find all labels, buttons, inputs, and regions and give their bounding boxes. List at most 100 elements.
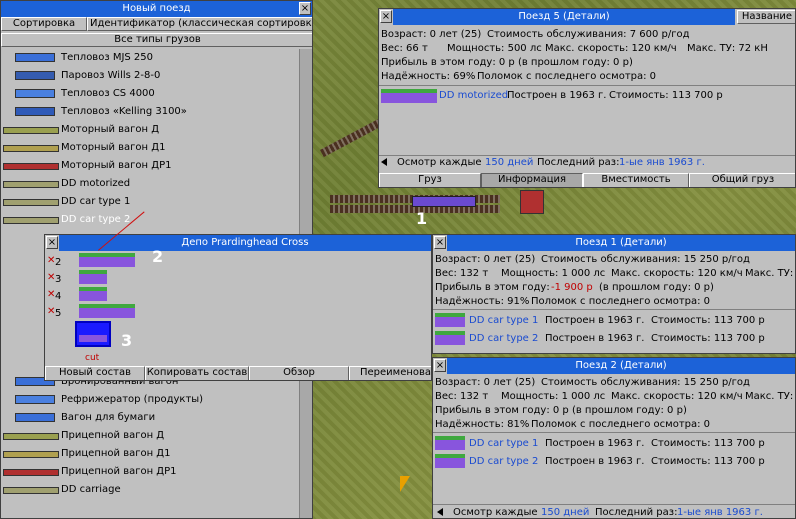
copy-consist-button[interactable]: Копировать состав: [145, 366, 249, 380]
new-train-title[interactable]: Новый поезд: [1, 1, 312, 17]
list-item[interactable]: Моторный вагон Д: [1, 121, 312, 139]
train-sprite[interactable]: [79, 253, 135, 267]
depot-row[interactable]: ✕ 2: [45, 253, 431, 270]
last-service-label: Последний раз:: [537, 157, 620, 168]
vehicle-built: Построен в 1963 г.: [545, 456, 645, 467]
reliability-text: Надёжность: 91%: [435, 296, 530, 307]
wagon-icon: [15, 413, 55, 422]
vehicle-built: Построен в 1963 г.: [545, 315, 645, 326]
list-item[interactable]: DD carriage: [1, 481, 312, 499]
annotation-2: 2: [152, 247, 164, 266]
tab-cargo[interactable]: Груз: [379, 173, 481, 187]
age-text: Возраст: 0 лет (25): [381, 29, 482, 40]
weight-text: Вес: 132 т: [435, 391, 489, 402]
close-icon[interactable]: ×: [380, 10, 392, 23]
list-item[interactable]: Тепловоз «Kelling 3100»: [1, 103, 312, 121]
railcar-icon: [3, 127, 59, 134]
list-item[interactable]: Тепловоз CS 4000: [1, 85, 312, 103]
tractive-effort-text: Макс. ТУ: 72 кН: [687, 43, 768, 54]
service-interval-value[interactable]: 150 дней: [541, 507, 589, 518]
depot-row[interactable]: ✕ 3: [45, 270, 431, 287]
list-item[interactable]: Рефрижератор (продукты): [1, 391, 312, 409]
train2-title[interactable]: Поезд 2 (Детали): [447, 358, 795, 374]
divider: [379, 85, 795, 86]
speed-text: Макс. скорость: 120 км/ч: [611, 268, 743, 279]
list-item[interactable]: Моторный вагон ДР1: [1, 157, 312, 175]
list-item[interactable]: Моторный вагон Д1: [1, 139, 312, 157]
vehicle-name: DD car type 2: [469, 456, 539, 467]
close-icon[interactable]: ×: [299, 2, 311, 15]
depot-window: × Депо Prardinghead Cross ✕ 2 ✕ 3 ✕ 4 ✕ …: [44, 234, 432, 381]
depot-title[interactable]: Депо Prardinghead Cross: [59, 235, 431, 251]
row-number: 2: [55, 257, 62, 268]
train5-title[interactable]: Поезд 5 (Детали): [393, 9, 735, 25]
vehicle-sprite[interactable]: [435, 331, 465, 345]
tab-capacity[interactable]: Вместимость: [583, 173, 689, 187]
service-interval-value[interactable]: 150 дней: [485, 157, 533, 168]
railcar-icon: [3, 199, 59, 206]
railcar-icon: [3, 217, 59, 224]
vehicle-sprite[interactable]: [435, 313, 465, 327]
map-train[interactable]: [412, 196, 476, 207]
service-interval-label: Осмотр каждые: [397, 157, 482, 168]
weight-text: Вес: 66 т: [381, 43, 428, 54]
vehicle-sprite[interactable]: [381, 89, 437, 103]
train-sprite[interactable]: [79, 287, 107, 301]
speed-text: Макс. скорость: 120 км/ч: [611, 391, 743, 402]
depot-row[interactable]: ✕ 5: [45, 304, 431, 321]
map-station[interactable]: [520, 190, 544, 214]
cut-label: cut: [85, 353, 100, 363]
list-item[interactable]: DD motorized: [1, 175, 312, 193]
tab-total-cargo[interactable]: Общий груз: [689, 173, 795, 187]
railcar-icon: [3, 145, 59, 152]
tab-information[interactable]: Информация: [481, 173, 583, 187]
close-icon[interactable]: ×: [46, 236, 58, 249]
mouse-cursor-icon: [400, 476, 410, 492]
overview-button[interactable]: Обзор: [249, 366, 349, 380]
annotation-3: 3: [121, 331, 133, 350]
sort-mode-dropdown[interactable]: Идентификатор (классическая сортировка): [87, 17, 312, 31]
rename-button[interactable]: Переименовать: [349, 366, 431, 380]
cargo-filter-dropdown[interactable]: Все типы грузов: [1, 33, 312, 47]
power-text: Мощность: 1 000 лс: [501, 391, 606, 402]
vehicle-sprite[interactable]: [435, 436, 465, 450]
service-cost-text: Стоимость обслуживания: 7 600 р/год: [487, 29, 690, 40]
train-sprite[interactable]: [79, 304, 135, 318]
list-item[interactable]: Паровоз Wills 2-8-0: [1, 67, 312, 85]
scroll-arrow-icon[interactable]: [381, 158, 387, 166]
list-item[interactable]: Прицепной вагон Д: [1, 427, 312, 445]
power-text: Мощность: 500 лс: [447, 43, 542, 54]
tractive-effort-text: Макс. ТУ: 144: [745, 268, 795, 279]
vehicle-name: DD car type 1: [469, 438, 539, 449]
wagon-icon: [15, 395, 55, 404]
last-service-label: Последний раз:: [595, 507, 678, 518]
vehicle-name: DD motorized: [439, 90, 509, 101]
train-sprite[interactable]: [79, 270, 107, 284]
power-text: Мощность: 1 000 лс: [501, 268, 606, 279]
vehicle-sprite[interactable]: [435, 454, 465, 468]
list-item[interactable]: Тепловоз MJS 250: [1, 49, 312, 67]
row-number: 4: [55, 291, 62, 302]
close-icon[interactable]: ×: [434, 359, 446, 372]
service-interval-label: Осмотр каждые: [453, 507, 538, 518]
profit-text: Прибыль в этом году: 0 р (в прошлом году…: [381, 57, 633, 68]
new-consist-button[interactable]: Новый состав: [45, 366, 145, 380]
list-item[interactable]: Прицепной вагон Д1: [1, 445, 312, 463]
new-wagon-slot[interactable]: [75, 321, 111, 347]
railcar-icon: [3, 433, 59, 440]
list-item[interactable]: DD car type 2: [1, 211, 312, 229]
depot-row[interactable]: ✕ 4: [45, 287, 431, 304]
divider: [379, 155, 795, 156]
scroll-arrow-icon[interactable]: [437, 508, 443, 516]
list-item[interactable]: Прицепной вагон ДР1: [1, 463, 312, 481]
list-item[interactable]: Вагон для бумаги: [1, 409, 312, 427]
list-item[interactable]: DD car type 1: [1, 193, 312, 211]
vehicle-price: Стоимость: 113 700 р: [651, 315, 765, 326]
train2-details-window: × Поезд 2 (Детали) Возраст: 0 лет (25) С…: [432, 357, 796, 519]
sort-button[interactable]: Сортировка: [1, 17, 87, 31]
close-icon[interactable]: ×: [434, 236, 446, 249]
weight-text: Вес: 132 т: [435, 268, 489, 279]
train1-title[interactable]: Поезд 1 (Детали): [447, 235, 795, 251]
vehicle-list: Тепловоз MJS 250 Паровоз Wills 2-8-0 Теп…: [1, 49, 312, 234]
rename-button[interactable]: Название: [737, 10, 795, 24]
